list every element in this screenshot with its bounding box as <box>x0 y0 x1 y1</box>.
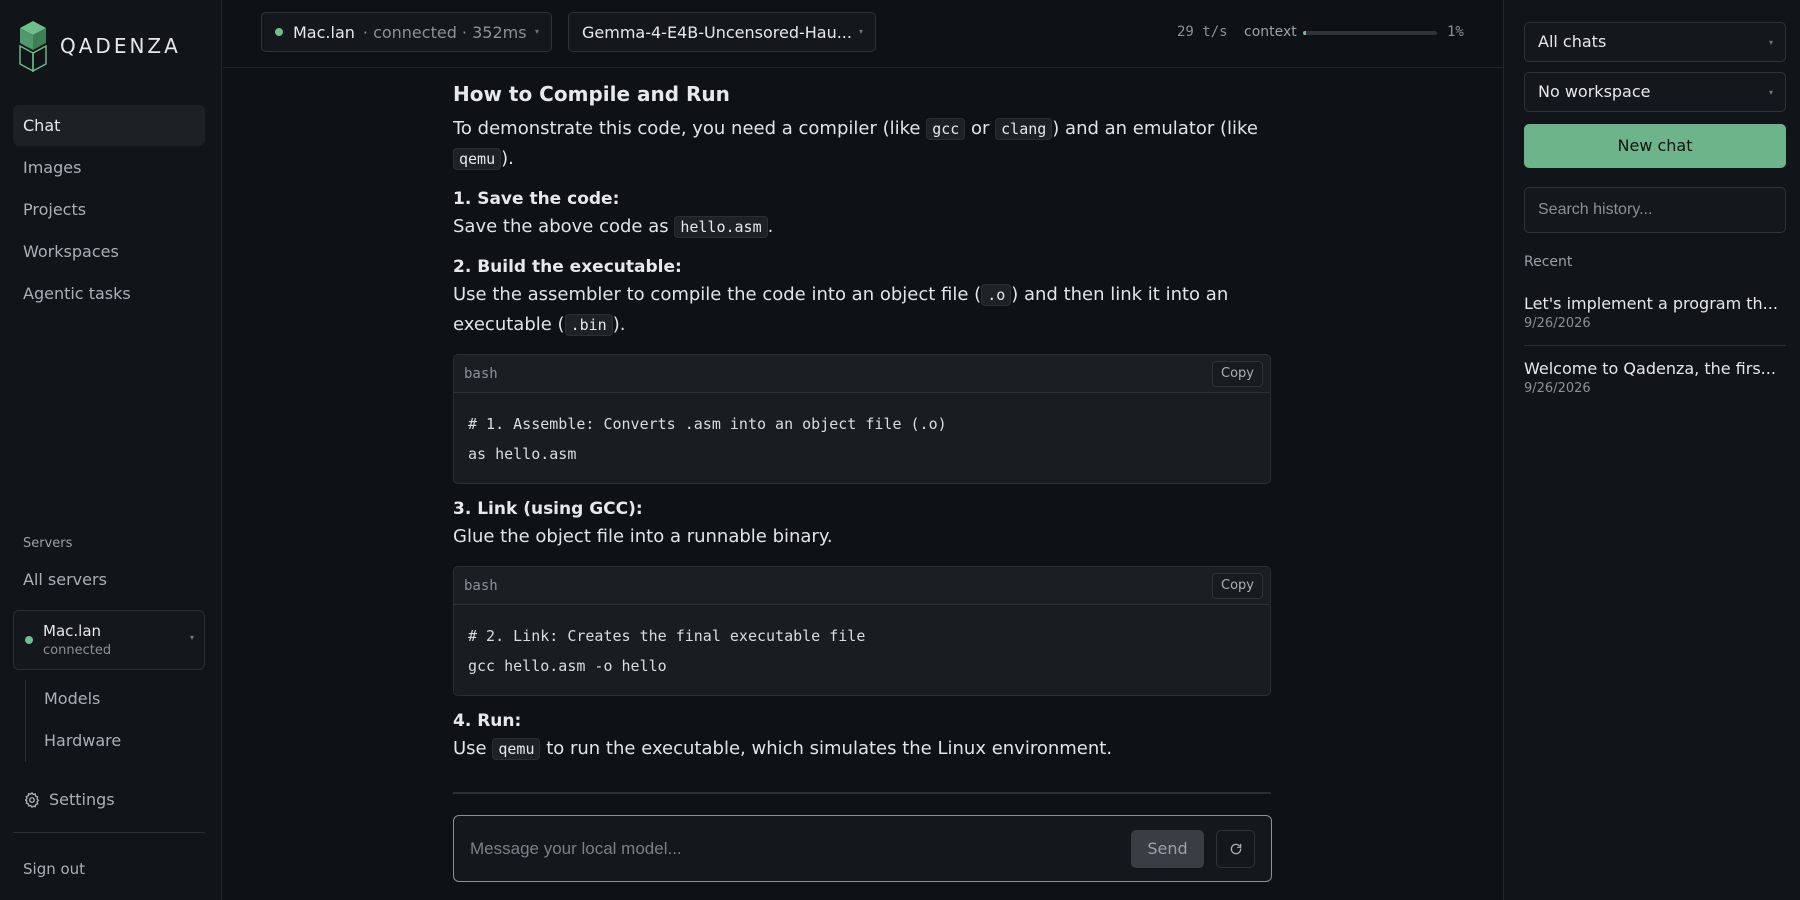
history-item[interactable]: Welcome to Qadenza, the firs... 9/26/202… <box>1524 359 1786 396</box>
chevron-down-icon: ▾ <box>534 27 539 36</box>
step-title: 2. Build the executable: <box>453 257 682 277</box>
divider <box>1524 345 1786 346</box>
code-language: bash <box>464 366 498 382</box>
chevron-down-icon: ▾ <box>1768 38 1773 47</box>
gear-icon <box>24 791 40 808</box>
chat-filter-select[interactable]: All chats ▾ <box>1524 22 1786 62</box>
message-composer: Send <box>453 815 1272 882</box>
right-sidebar: All chats ▾ No workspace ▾ New chat Rece… <box>1503 0 1800 900</box>
cube-logo-icon <box>19 21 47 72</box>
context-percent: 1% <box>1447 24 1464 40</box>
inline-code: hello.asm <box>674 216 768 238</box>
chevron-down-icon: ▾ <box>1768 88 1773 97</box>
nav-item-workspaces[interactable]: Workspaces <box>13 231 205 272</box>
nav-item-agentic-tasks[interactable]: Agentic tasks <box>13 273 205 314</box>
code-line: gcc hello.asm -o hello <box>468 657 667 675</box>
step-text: Glue the object file into a runnable bin… <box>453 526 833 547</box>
nav-item-models[interactable]: Models <box>26 680 205 722</box>
context-bar-fill <box>1303 31 1306 35</box>
status-dot <box>275 28 283 36</box>
sign-out-link[interactable]: Sign out <box>23 860 85 878</box>
inline-code: qemu <box>492 738 541 760</box>
new-chat-button[interactable]: New chat <box>1524 124 1786 168</box>
context-bar <box>1303 31 1437 35</box>
step-title: 3. Link (using GCC): <box>453 499 643 519</box>
server-sub-nav: Models Hardware <box>25 680 205 762</box>
server-selector[interactable]: Mac.lan · connected · 352ms ▾ <box>261 12 552 52</box>
copy-button[interactable]: Copy <box>1212 573 1263 599</box>
message-content: How to Compile and Run To demonstrate th… <box>453 68 1273 794</box>
code-block-header: bash Copy <box>454 355 1270 393</box>
divider <box>453 792 1271 794</box>
all-servers-link[interactable]: All servers <box>23 570 107 589</box>
model-name: Gemma-4-E4B-Uncensored-Hau... <box>582 22 852 42</box>
search-history-input[interactable] <box>1524 187 1786 233</box>
step-text: Use qemu to run the executable, which si… <box>453 738 1113 760</box>
history-item-title: Let's implement a program th... <box>1524 294 1778 313</box>
message-input[interactable] <box>470 836 1110 862</box>
code-block-header: bash Copy <box>454 567 1270 605</box>
inline-code: clang <box>995 118 1053 140</box>
step-title: 1. Save the code: <box>453 189 620 209</box>
server-latency: · connected · 352ms <box>362 22 527 42</box>
top-bar: Mac.lan · connected · 352ms ▾ Gemma-4-E4… <box>223 0 1503 68</box>
settings-link[interactable]: Settings <box>23 790 115 809</box>
workspace-select[interactable]: No workspace ▾ <box>1524 72 1786 112</box>
inline-code: qemu <box>453 148 502 170</box>
context-label: context <box>1244 24 1297 40</box>
intro-paragraph: To demonstrate this code, you need a com… <box>453 118 1258 170</box>
nav-item-images[interactable]: Images <box>13 147 205 188</box>
servers-section-label: Servers <box>23 536 73 551</box>
code-line: # 1. Assemble: Converts .asm into an obj… <box>468 415 947 433</box>
nav-item-chat[interactable]: Chat <box>13 105 205 146</box>
nav-item-projects[interactable]: Projects <box>13 189 205 230</box>
regenerate-button[interactable] <box>1216 830 1255 868</box>
code-block: bash Copy # 2. Link: Creates the final e… <box>453 566 1271 696</box>
history-item-title: Welcome to Qadenza, the firs... <box>1524 359 1776 378</box>
code-block: bash Copy # 1. Assemble: Converts .asm i… <box>453 354 1271 484</box>
main-nav: Chat Images Projects Workspaces Agentic … <box>13 105 205 315</box>
model-selector[interactable]: Gemma-4-E4B-Uncensored-Hau... ▾ <box>568 12 876 52</box>
chevron-down-icon: ▾ <box>189 633 194 642</box>
inline-code: gcc <box>926 118 966 140</box>
recent-label: Recent <box>1524 254 1573 270</box>
chevron-down-icon: ▾ <box>858 27 863 36</box>
brand-name: QADENZA <box>60 34 181 58</box>
divider <box>13 832 205 833</box>
code-language: bash <box>464 578 498 594</box>
section-heading: How to Compile and Run <box>453 82 730 106</box>
server-selector-name: Mac.lan <box>293 22 355 42</box>
nav-item-hardware[interactable]: Hardware <box>26 722 205 764</box>
send-button[interactable]: Send <box>1131 830 1204 868</box>
status-dot <box>25 636 33 644</box>
server-status: connected <box>43 643 112 658</box>
inline-code: .bin <box>564 314 613 336</box>
code-body: # 2. Link: Creates the final executable … <box>454 605 1270 695</box>
brand[interactable]: QADENZA <box>18 20 181 72</box>
settings-label: Settings <box>49 790 115 809</box>
code-body: # 1. Assemble: Converts .asm into an obj… <box>454 393 1270 483</box>
refresh-icon <box>1230 843 1241 855</box>
step-title: 4. Run: <box>453 711 522 731</box>
step-text: Save the above code as hello.asm. <box>453 216 774 238</box>
history-item[interactable]: Let's implement a program th... 9/26/202… <box>1524 294 1786 331</box>
server-card[interactable]: Mac.lan connected ▾ <box>13 610 205 670</box>
inline-code: .o <box>981 284 1012 306</box>
tokens-per-second: 29 t/s <box>1177 24 1228 40</box>
left-sidebar: QADENZA Chat Images Projects Workspaces … <box>0 0 222 900</box>
history-item-date: 9/26/2026 <box>1524 381 1591 396</box>
code-line: as hello.asm <box>468 445 577 463</box>
server-name: Mac.lan <box>43 622 102 640</box>
chat-filter-value: All chats <box>1538 32 1607 51</box>
history-item-date: 9/26/2026 <box>1524 316 1591 331</box>
code-line: # 2. Link: Creates the final executable … <box>468 627 866 645</box>
step-text: Use the assembler to compile the code in… <box>453 284 1229 336</box>
copy-button[interactable]: Copy <box>1212 361 1263 387</box>
workspace-value: No workspace <box>1538 82 1651 101</box>
